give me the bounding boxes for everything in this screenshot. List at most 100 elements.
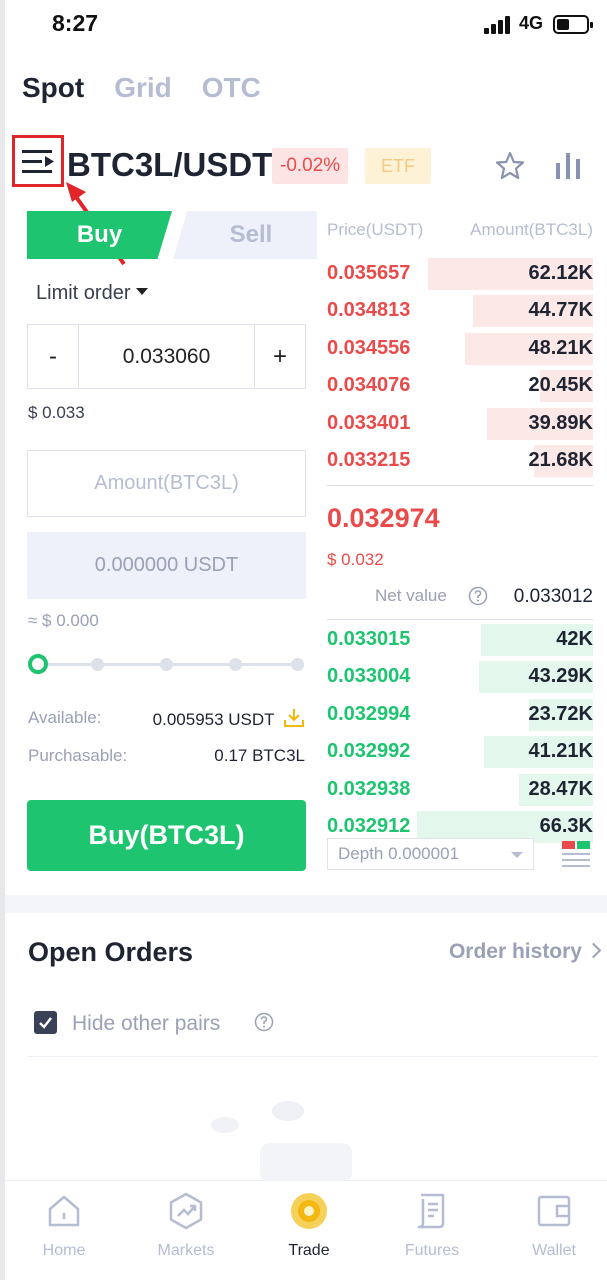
order-book-layout-icon[interactable] <box>561 840 591 868</box>
nav-trade[interactable]: Trade <box>264 1191 354 1260</box>
nav-home[interactable]: Home <box>19 1191 109 1260</box>
ask-row[interactable]: 0.033401 39.89K <box>327 406 593 440</box>
bid-amount: 66.3K <box>539 815 593 837</box>
bid-amount: 23.72K <box>528 702 594 725</box>
bid-row[interactable]: 0.032992 41.21K <box>327 734 593 769</box>
tab-grid[interactable]: Grid <box>114 72 172 104</box>
caret-down-icon <box>136 288 149 296</box>
tab-otc[interactable]: OTC <box>202 72 261 104</box>
last-price: 0.032974 <box>327 503 440 533</box>
ask-row[interactable]: 0.034813 44.77K <box>327 293 594 328</box>
section-separator <box>5 895 607 913</box>
slider-stop-100[interactable] <box>291 658 304 671</box>
order-type-dropdown[interactable]: Limit order <box>36 282 149 305</box>
nav-wallet[interactable]: Wallet <box>509 1191 599 1260</box>
amount-input[interactable]: Amount(BTC3L) <box>27 450 306 517</box>
asks-divider <box>327 485 593 486</box>
slider-knob[interactable] <box>28 654 48 674</box>
nav-futures-label: Futures <box>404 1242 460 1259</box>
price-input[interactable]: 0.033060 <box>79 325 254 388</box>
purchasable-label: Purchasable: <box>28 746 128 765</box>
pair-menu-button[interactable] <box>12 135 64 187</box>
order-history-link[interactable]: Order history <box>449 940 602 964</box>
ask-row[interactable]: 0.035657 62.12K <box>327 256 593 290</box>
sell-tab[interactable]: Sell <box>173 211 317 259</box>
bottom-navigation: Home Markets Trade Futures Wallet <box>5 1180 607 1280</box>
caret-down-icon <box>511 852 523 858</box>
nav-home-label: Home <box>42 1242 86 1259</box>
bid-price: 0.032938 <box>327 777 411 800</box>
bid-row[interactable]: 0.032994 23.72K <box>327 697 593 731</box>
ask-price: 0.034076 <box>327 374 411 397</box>
price-usd-equivalent: $ 0.033 <box>28 403 85 422</box>
purchasable-row: Purchasable: 0.17 BTC3L <box>28 746 305 766</box>
ask-price: 0.034556 <box>327 336 411 359</box>
nav-markets-label: Markets <box>157 1242 215 1259</box>
amount-slider[interactable] <box>28 652 304 676</box>
ask-row[interactable]: 0.034556 48.21K <box>327 331 593 365</box>
bid-price: 0.032992 <box>327 740 411 763</box>
hide-other-pairs-label[interactable]: Hide other pairs <box>72 1012 220 1036</box>
nav-trade-label: Trade <box>288 1242 330 1259</box>
nav-markets[interactable]: Markets <box>141 1191 231 1260</box>
depth-select-value: Depth 0.000001 <box>338 844 459 863</box>
slider-stop-25[interactable] <box>91 658 104 671</box>
ask-row[interactable]: 0.034076 20.45K <box>327 368 594 403</box>
signal-icon <box>484 16 514 34</box>
total-field[interactable]: 0.000000 USDT <box>27 532 306 599</box>
order-type-label: Limit order <box>36 282 131 304</box>
hide-other-pairs-checkbox[interactable] <box>34 1011 57 1034</box>
network-type: 4G <box>519 13 544 33</box>
bid-price: 0.032912 <box>327 815 411 837</box>
ask-price: 0.035657 <box>327 262 411 284</box>
purchasable-value: 0.17 BTC3L <box>214 746 305 765</box>
price-increase-button[interactable]: + <box>254 325 305 388</box>
nav-wallet-label: Wallet <box>532 1242 576 1259</box>
transfer-in-icon[interactable] <box>283 708 305 728</box>
empty-orders-illustration <box>211 1101 352 1180</box>
ask-amount: 48.21K <box>528 336 594 359</box>
orders-divider <box>28 1056 598 1057</box>
bid-price: 0.033015 <box>327 628 411 650</box>
home-icon <box>48 1195 80 1227</box>
trade-icon <box>291 1193 327 1229</box>
bid-amount: 28.47K <box>528 777 594 800</box>
menu-expand-icon <box>22 150 54 173</box>
tab-spot[interactable]: Spot <box>22 72 84 104</box>
price-decrease-button[interactable]: - <box>28 325 79 388</box>
price-change-badge: -0.02% <box>272 148 349 184</box>
buy-tab[interactable]: Buy <box>27 211 172 259</box>
ask-amount: 20.45K <box>528 374 594 397</box>
ask-price: 0.034813 <box>327 299 411 322</box>
bid-row[interactable]: 0.033004 43.29K <box>327 659 593 694</box>
last-price-usd: $ 0.032 <box>327 550 384 569</box>
available-value-wrap: 0.005953 USDT <box>153 708 305 730</box>
ask-amount: 39.89K <box>528 411 594 434</box>
chevron-right-icon <box>585 942 602 959</box>
wallet-icon <box>537 1195 571 1227</box>
slider-stop-75[interactable] <box>229 658 242 671</box>
help-circle-icon[interactable] <box>468 586 488 606</box>
help-circle-icon[interactable] <box>254 1012 274 1032</box>
ask-amount: 62.12K <box>528 262 594 284</box>
favorite-star-icon[interactable] <box>495 151 525 181</box>
bid-row[interactable]: 0.032938 28.47K <box>327 772 593 806</box>
available-value: 0.005953 USDT <box>152 710 275 729</box>
kline-chart-icon[interactable] <box>554 151 582 181</box>
buy-submit-button[interactable]: Buy(BTC3L) <box>27 800 306 871</box>
bid-price: 0.032994 <box>327 702 411 725</box>
depth-select[interactable]: Depth 0.000001 <box>327 838 534 870</box>
ask-row[interactable]: 0.033215 21.68K <box>327 443 593 477</box>
etf-badge: ETF <box>365 148 431 184</box>
nav-futures[interactable]: Futures <box>387 1191 477 1260</box>
futures-icon <box>417 1193 445 1229</box>
slider-stop-50[interactable] <box>160 658 173 671</box>
left-edge-strip <box>0 0 5 1280</box>
available-label: Available: <box>28 708 102 727</box>
status-bar: 8:27 4G <box>0 0 607 50</box>
net-value-divider <box>327 619 593 620</box>
available-row: Available: 0.005953 USDT <box>28 708 305 730</box>
bid-row[interactable]: 0.033015 42K <box>327 622 593 656</box>
ask-amount: 44.77K <box>528 299 594 322</box>
markets-icon <box>169 1192 203 1230</box>
